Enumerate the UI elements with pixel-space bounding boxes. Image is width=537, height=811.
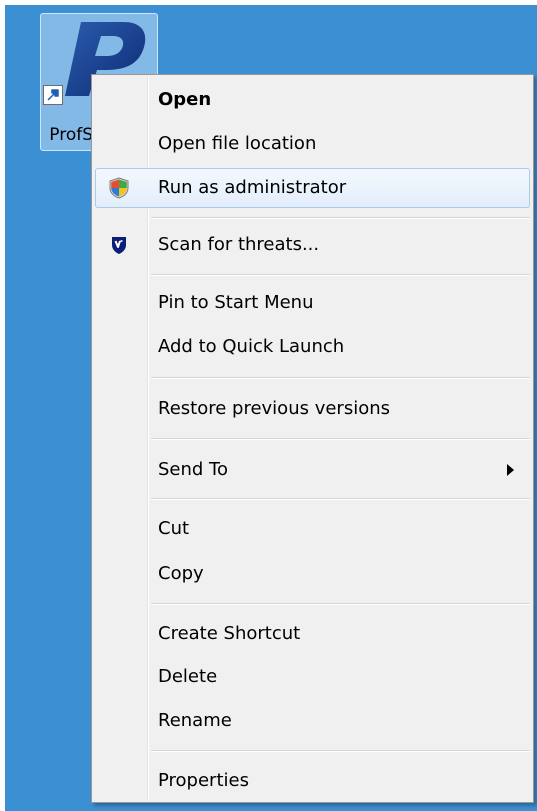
menu-item-label: Run as administrator bbox=[158, 177, 347, 198]
menu-item-restore-previous-versions[interactable]: Restore previous versions bbox=[95, 389, 530, 429]
menu-item-add-to-quick-launch[interactable]: Add to Quick Launch bbox=[95, 327, 530, 367]
menu-separator bbox=[151, 750, 530, 752]
menu-item-scan-for-threats[interactable]: Scan for threats... bbox=[95, 225, 530, 265]
menu-separator bbox=[151, 274, 530, 276]
shortcut-arrow-icon bbox=[43, 85, 63, 105]
menu-separator bbox=[151, 377, 530, 379]
menu-item-label: Open file location bbox=[158, 133, 317, 154]
menu-separator bbox=[151, 217, 530, 219]
menu-item-label: Open bbox=[158, 89, 212, 110]
menu-item-label: Scan for threats... bbox=[158, 234, 320, 255]
menu-item-label: Rename bbox=[158, 710, 232, 731]
desktop-icon-label: ProfS bbox=[49, 125, 93, 145]
menu-item-label: Pin to Start Menu bbox=[158, 292, 314, 313]
context-menu: Open Open file location Run as administr… bbox=[91, 74, 534, 803]
menu-item-label: Restore previous versions bbox=[158, 398, 391, 419]
menu-item-open[interactable]: Open bbox=[95, 80, 530, 120]
menu-item-pin-to-start-menu[interactable]: Pin to Start Menu bbox=[95, 283, 530, 323]
menu-item-label: Add to Quick Launch bbox=[158, 336, 345, 357]
menu-item-rename[interactable]: Rename bbox=[95, 701, 530, 741]
uac-shield-icon bbox=[109, 177, 129, 199]
menu-item-label: Cut bbox=[158, 518, 190, 539]
menu-separator bbox=[151, 498, 530, 500]
menu-item-properties[interactable]: Properties bbox=[95, 761, 530, 801]
antivirus-shield-icon bbox=[112, 237, 126, 254]
menu-separator bbox=[151, 603, 530, 605]
menu-item-label: Create Shortcut bbox=[158, 623, 301, 644]
menu-item-label: Properties bbox=[158, 770, 249, 791]
menu-item-open-file-location[interactable]: Open file location bbox=[95, 124, 530, 164]
menu-item-copy[interactable]: Copy bbox=[95, 554, 530, 594]
menu-item-label: Delete bbox=[158, 666, 218, 687]
menu-item-send-to[interactable]: Send To bbox=[95, 450, 530, 490]
menu-item-label: Copy bbox=[158, 563, 204, 584]
submenu-arrow-icon bbox=[507, 464, 514, 476]
desktop-background: ProfS Open Open file location Run as adm… bbox=[5, 5, 537, 811]
menu-item-delete[interactable]: Delete bbox=[95, 657, 530, 697]
menu-separator bbox=[151, 438, 530, 440]
menu-item-create-shortcut[interactable]: Create Shortcut bbox=[95, 614, 530, 654]
menu-item-label: Send To bbox=[158, 459, 229, 480]
menu-item-cut[interactable]: Cut bbox=[95, 509, 530, 549]
menu-item-run-as-administrator[interactable]: Run as administrator bbox=[95, 168, 530, 208]
